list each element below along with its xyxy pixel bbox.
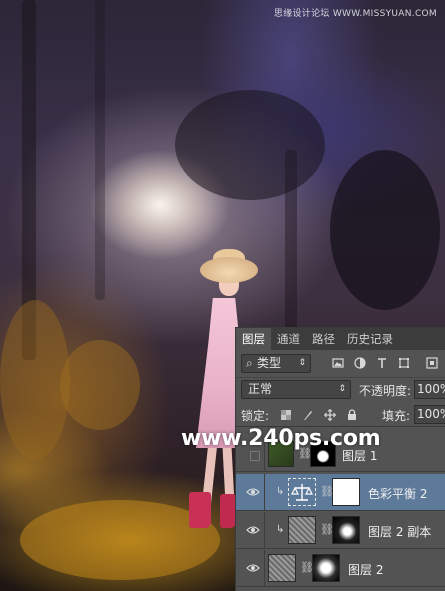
blend-mode-row: 正常 ⇕ 不透明度: 100%: [236, 378, 445, 403]
dark-foliage: [175, 90, 325, 200]
layers-panel: 图层 通道 路径 历史记录 ⌕ 类型 ⇕ 正常 ⇕ 不透明度: 100 锁定: …: [235, 327, 445, 591]
blend-mode-value: 正常: [248, 382, 273, 396]
site-watermark-top: 思缘设计论坛 WWW.MISSYUAN.COM: [273, 9, 437, 19]
eye-icon: [246, 526, 260, 534]
lock-paint-icon[interactable]: [302, 409, 314, 421]
eye-icon: [246, 564, 260, 572]
visibility-toggle[interactable]: [241, 512, 265, 549]
lock-position-icon[interactable]: [324, 409, 336, 421]
lock-row: 锁定: 填充: 100%: [236, 403, 445, 427]
fill-input[interactable]: 100%: [414, 405, 445, 424]
smart-object-filter-icon[interactable]: [426, 357, 438, 369]
girl-red-boot: [189, 492, 211, 528]
layer-mask-thumbnail: [332, 478, 360, 506]
layer-mask-thumbnail: [332, 516, 360, 544]
layer-thumbnail: [288, 516, 316, 544]
type-filter-icon[interactable]: [376, 357, 388, 369]
opacity-input[interactable]: 100%: [414, 380, 445, 399]
search-icon: ⌕: [246, 356, 253, 370]
lock-all-icon[interactable]: [346, 409, 358, 421]
girl-red-boot: [220, 494, 236, 528]
tab-history[interactable]: 历史记录: [341, 328, 399, 350]
layer-filter-kind-select[interactable]: ⌕ 类型 ⇕: [241, 354, 311, 373]
visibility-toggle[interactable]: [241, 474, 265, 511]
layer-row-layer-2-copy[interactable]: ↳ ⛓ 图层 2 副本: [236, 512, 445, 549]
layer-name: 图层 2: [348, 563, 384, 577]
chevron-updown-icon: ⇕: [338, 384, 346, 394]
balance-scale-icon: [291, 484, 313, 501]
panel-tab-bar: 图层 通道 路径 历史记录: [236, 328, 445, 350]
lock-transparent-icon[interactable]: [280, 409, 292, 421]
layer-row-layer-2[interactable]: ⛓ 图层 2: [236, 550, 445, 587]
shape-filter-icon[interactable]: [398, 357, 410, 369]
layer-filter-row: ⌕ 类型 ⇕: [236, 350, 445, 378]
adjustment-layer-thumbnail: [288, 478, 316, 506]
layer-name: 图层 2 副本: [368, 525, 432, 539]
adjustment-filter-icon[interactable]: [354, 357, 366, 369]
tree-trunk: [95, 0, 105, 300]
fill-label: 填充:: [382, 409, 411, 423]
girl-straw-hat: [200, 257, 258, 283]
clipping-mask-arrow-icon: ↳: [276, 486, 285, 497]
layer-thumbnail: [268, 554, 296, 582]
layer-row-color-balance-2[interactable]: ↳ ⛓ 色彩平衡 2: [236, 474, 445, 511]
chevron-updown-icon: ⇕: [298, 358, 306, 368]
visibility-off-icon: [250, 451, 260, 461]
layer-mask-thumbnail: [312, 554, 340, 582]
filter-kind-label: 类型: [257, 356, 282, 370]
tab-channels[interactable]: 通道: [271, 328, 306, 350]
eye-icon: [246, 488, 260, 496]
golden-foliage: [60, 340, 140, 430]
blend-mode-select[interactable]: 正常 ⇕: [241, 380, 351, 399]
dark-foliage: [330, 150, 440, 310]
image-filter-icon[interactable]: [332, 357, 344, 369]
visibility-toggle[interactable]: [241, 550, 265, 587]
opacity-label: 不透明度:: [359, 384, 412, 398]
layer-name: 色彩平衡 2: [368, 487, 428, 501]
tab-paths[interactable]: 路径: [306, 328, 341, 350]
lock-label: 锁定:: [241, 409, 270, 423]
clipping-mask-arrow-icon: ↳: [276, 524, 285, 535]
tab-layers[interactable]: 图层: [236, 328, 271, 350]
site-watermark-center: www.240ps.com: [181, 426, 381, 451]
